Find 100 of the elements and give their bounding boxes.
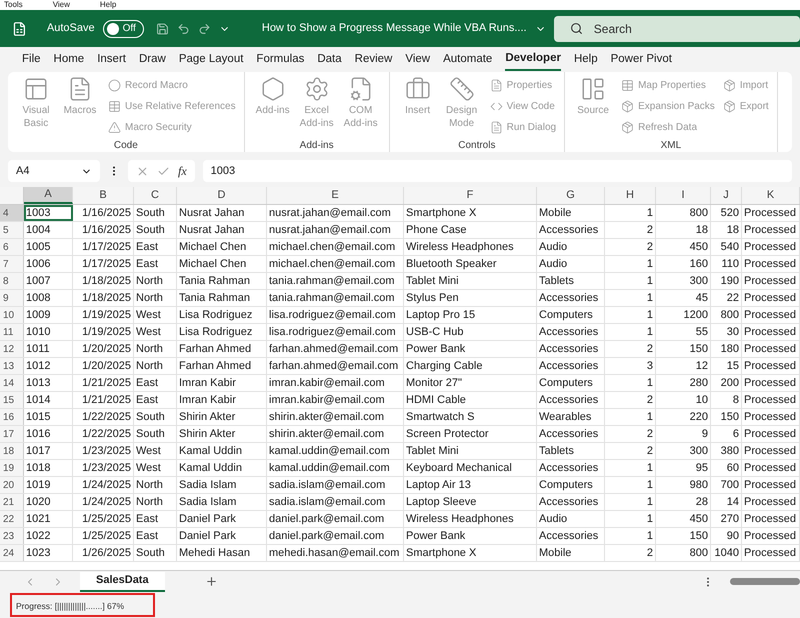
table-cell: 1018 (24, 460, 73, 476)
table-cell: kamal.uddin@email.com (267, 443, 404, 459)
table-cell: 1010 (24, 324, 73, 340)
table-cell: Processed (742, 290, 800, 306)
row-header[interactable]: 23 (0, 528, 24, 544)
column-header[interactable]: D (177, 187, 267, 204)
name-box[interactable]: A4 (8, 160, 100, 182)
ribbon-tab[interactable]: Automate (443, 48, 492, 70)
column-header[interactable]: E (267, 187, 404, 204)
menu-item[interactable]: Help (100, 0, 116, 10)
ribbon-tab[interactable]: Help (574, 48, 598, 70)
table-cell: South (134, 409, 177, 425)
table-cell: 520 (711, 205, 742, 221)
table-cell: Lisa Rodriguez (177, 324, 267, 340)
table-cell: 1 (605, 273, 656, 289)
row-header[interactable]: 10 (0, 307, 24, 323)
redo-icon[interactable] (198, 22, 211, 36)
autosave-toggle[interactable]: Off (102, 20, 144, 38)
column-header[interactable]: B (73, 187, 134, 204)
search-field[interactable]: Search (554, 16, 800, 42)
ribbon-tab[interactable]: Insert (97, 48, 126, 70)
table-cell: farhan.ahmed@email.com (267, 358, 404, 374)
row-header[interactable]: 5 (0, 222, 24, 238)
ribbon-tab[interactable]: File (22, 48, 41, 70)
table-cell: Power Bank (404, 341, 537, 357)
row-header[interactable]: 17 (0, 426, 24, 442)
table-cell: Sadia Islam (177, 494, 267, 510)
table-cell: Mehedi Hasan (177, 545, 267, 561)
row-header[interactable]: 19 (0, 460, 24, 476)
menu-item[interactable]: Tools (4, 0, 23, 10)
ribbon-tab[interactable]: Page Layout (178, 48, 244, 70)
ribbon-tab[interactable]: View (405, 48, 430, 70)
table-cell: 1/25/2025 (73, 511, 134, 527)
column-header[interactable]: H (605, 187, 656, 204)
ribbon-tab[interactable]: Home (54, 48, 84, 70)
row-header[interactable]: 11 (0, 324, 24, 340)
ribbon-tab[interactable]: Data (317, 48, 342, 70)
ribbon-tab[interactable]: Draw (138, 48, 166, 70)
column-header[interactable]: A (24, 187, 73, 204)
row-header[interactable]: 6 (0, 239, 24, 255)
enter-icon[interactable] (157, 164, 170, 178)
gear-icon (304, 76, 330, 102)
horizontal-scrollbar[interactable] (730, 578, 800, 585)
row-header[interactable]: 8 (0, 273, 24, 289)
row-header[interactable]: 18 (0, 443, 24, 459)
table-cell: West (134, 443, 177, 459)
sheet-tab[interactable]: SalesData (80, 572, 165, 592)
row-header[interactable]: 20 (0, 477, 24, 493)
undo-icon[interactable] (176, 22, 190, 36)
table-cell: 1/24/2025 (73, 494, 134, 510)
table-cell: 1019 (24, 477, 73, 493)
row-header[interactable]: 4 (0, 205, 24, 221)
row-header[interactable]: 13 (0, 358, 24, 374)
row-header[interactable]: 14 (0, 375, 24, 391)
save-icon[interactable] (156, 22, 169, 36)
row-header[interactable]: 9 (0, 290, 24, 306)
row-header[interactable]: 24 (0, 545, 24, 561)
row-header[interactable]: 21 (0, 494, 24, 510)
table-cell: 2 (605, 545, 656, 561)
table-cell: michael.chen@email.com (267, 239, 404, 255)
table-cell: Keyboard Mechanical (404, 460, 537, 476)
table-cell: 180 (711, 341, 742, 357)
cancel-icon[interactable] (136, 164, 149, 178)
row-header[interactable]: 12 (0, 341, 24, 357)
row-header[interactable]: 16 (0, 409, 24, 425)
row-header[interactable]: 22 (0, 511, 24, 527)
table-cell: East (134, 528, 177, 544)
insert-function-button[interactable]: fx (178, 162, 187, 180)
table-cell: East (134, 239, 177, 255)
ribbon-tab[interactable]: Review (354, 48, 392, 70)
table-cell: Tablets (537, 443, 605, 459)
formula-field[interactable]: 1003 (202, 160, 792, 182)
table-cell: Kamal Uddin (177, 443, 267, 459)
table-icon (621, 78, 634, 92)
column-header[interactable]: G (537, 187, 605, 204)
column-header[interactable]: I (656, 187, 711, 204)
table-cell: Lisa Rodriguez (177, 307, 267, 323)
column-header[interactable]: K (742, 187, 800, 204)
table-cell: 1/20/2025 (73, 341, 134, 357)
column-header[interactable]: J (711, 187, 742, 204)
table-cell: North (134, 494, 177, 510)
table-cell: 160 (656, 256, 711, 272)
table-cell: Stylus Pen (404, 290, 537, 306)
add-sheet-icon[interactable] (204, 575, 218, 588)
row-header[interactable]: 7 (0, 256, 24, 272)
column-header[interactable]: C (134, 187, 177, 204)
progress-status-text: Progress: [|||||||||||||.......] 67% (16, 600, 124, 613)
menu-item[interactable]: View (52, 0, 70, 10)
table-cell: 1006 (24, 256, 73, 272)
table-cell: 1/16/2025 (73, 222, 134, 238)
column-header[interactable]: F (404, 187, 537, 204)
table-cell: tania.rahman@email.com (267, 273, 404, 289)
table-cell: Accessories (537, 358, 605, 374)
table-cell: USB-C Hub (404, 324, 537, 340)
ribbon-tab[interactable]: Power Pivot (610, 48, 672, 70)
row-header[interactable]: 15 (0, 392, 24, 408)
table-cell: 9 (656, 426, 711, 442)
table-cell: tania.rahman@email.com (267, 290, 404, 306)
table-cell: Accessories (537, 426, 605, 442)
ribbon-tab[interactable]: Formulas (256, 48, 304, 70)
